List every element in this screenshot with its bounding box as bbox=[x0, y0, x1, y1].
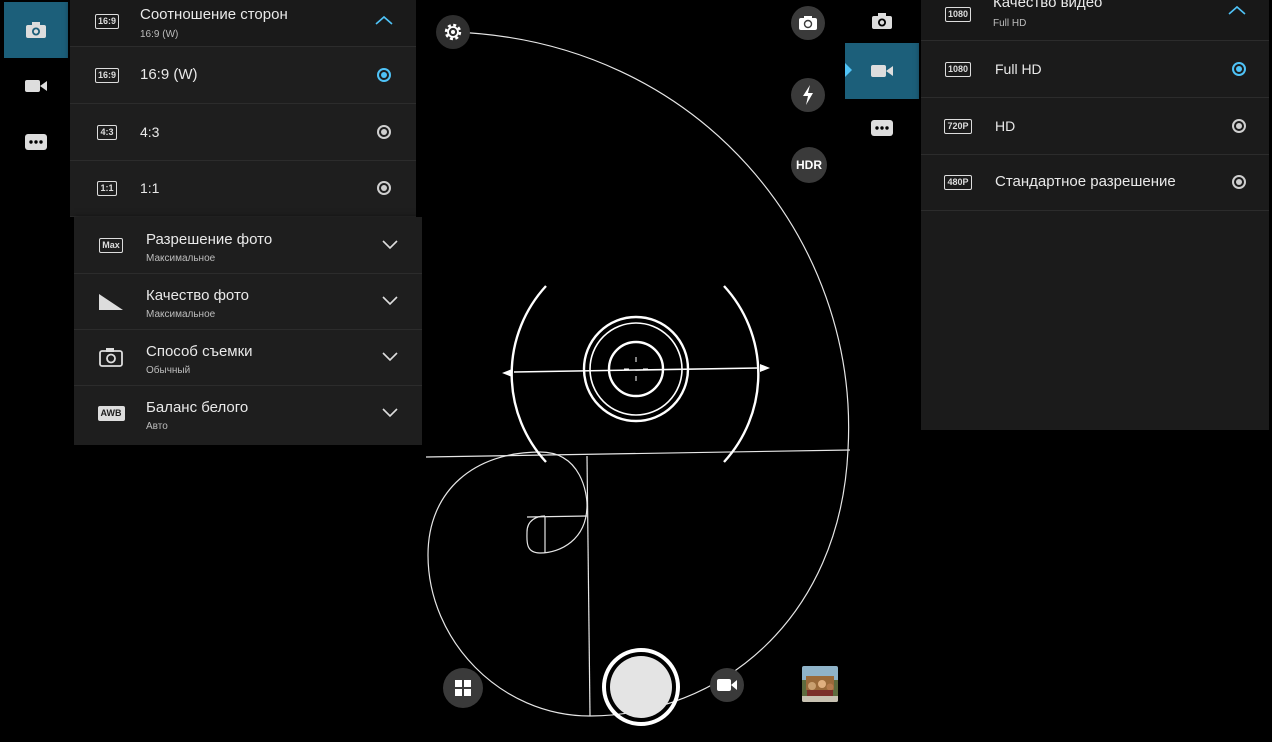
option-row-1-1[interactable]: 1:1 1:1 bbox=[70, 160, 416, 217]
golden-spiral-grid bbox=[425, 31, 851, 717]
hdr-button[interactable]: HDR bbox=[791, 147, 827, 183]
flash-icon bbox=[803, 85, 813, 105]
video-camera-icon bbox=[717, 679, 737, 691]
option-label: 4:3 bbox=[140, 124, 160, 140]
settings-button[interactable] bbox=[436, 15, 470, 49]
video-option-sd[interactable]: 480P Стандартное разрешение bbox=[921, 154, 1269, 211]
ratio-4-3-icon: 4:3 bbox=[92, 121, 122, 143]
aspect-ratio-panel: 16:9 Соотношение сторон 16:9 (W) 16:9 16… bbox=[70, 0, 416, 217]
radio-unselected[interactable] bbox=[374, 178, 394, 198]
white-balance-row[interactable]: AWB Баланс белого Авто bbox=[74, 385, 422, 441]
setting-subtitle: Максимальное bbox=[146, 309, 216, 320]
chevron-down-icon bbox=[380, 291, 400, 311]
setting-title: Способ съемки bbox=[146, 343, 253, 360]
video-quality-panel: 1080 Качество видео Full HD 1080 Full HD… bbox=[921, 0, 1269, 430]
option-label: Стандартное разрешение bbox=[995, 173, 1176, 190]
photo-settings-panel: Max Разрешение фото Максимальное Качеств… bbox=[74, 217, 422, 445]
video-camera-icon bbox=[25, 80, 47, 92]
aspect-ratio-title: Соотношение сторон bbox=[140, 6, 288, 23]
radio-selected[interactable] bbox=[1229, 59, 1249, 79]
setting-subtitle: Авто bbox=[146, 421, 168, 432]
video-quality-title: Качество видео bbox=[993, 0, 1103, 11]
shooting-mode-row[interactable]: Способ съемки Обычный bbox=[74, 329, 422, 386]
option-label: 16:9 (W) bbox=[140, 66, 198, 83]
setting-title: Разрешение фото bbox=[146, 231, 273, 248]
shooting-mode-icon bbox=[96, 346, 126, 368]
video-quality-icon: 1080 bbox=[943, 3, 973, 25]
photo-quality-icon bbox=[96, 290, 126, 312]
chevron-up-icon bbox=[1227, 0, 1247, 20]
setting-title: Баланс белого bbox=[146, 399, 249, 416]
ratio-1-1-icon: 1:1 bbox=[92, 177, 122, 199]
aspect-ratio-subtitle: 16:9 (W) bbox=[140, 29, 179, 40]
aspect-ratio-header[interactable]: 16:9 Соотношение сторон 16:9 (W) bbox=[70, 0, 416, 47]
grid-icon bbox=[455, 680, 471, 696]
video-camera-icon bbox=[871, 65, 893, 77]
more-icon bbox=[871, 120, 893, 136]
active-mode-indicator bbox=[845, 63, 852, 77]
camera-icon bbox=[872, 13, 892, 29]
option-label: Full HD bbox=[995, 61, 1042, 77]
filters-grid-button[interactable] bbox=[443, 668, 483, 708]
res-480p-icon: 480P bbox=[943, 171, 973, 193]
chevron-up-icon bbox=[374, 10, 394, 30]
setting-subtitle: Обычный bbox=[146, 365, 191, 376]
more-icon bbox=[25, 134, 47, 150]
record-video-button[interactable] bbox=[710, 668, 744, 702]
gear-icon bbox=[444, 23, 462, 41]
radio-selected[interactable] bbox=[374, 65, 394, 85]
photo-mode-button-right[interactable] bbox=[845, 0, 919, 42]
camera-icon bbox=[26, 22, 46, 38]
aspect-ratio-icon: 16:9 bbox=[92, 10, 122, 32]
option-label: 1:1 bbox=[140, 180, 160, 196]
photo-mode-button[interactable] bbox=[4, 2, 68, 58]
video-mode-button[interactable] bbox=[4, 58, 68, 114]
switch-camera-icon bbox=[799, 16, 817, 30]
max-resolution-icon: Max bbox=[96, 234, 126, 256]
setting-title: Качество фото bbox=[146, 287, 249, 304]
setting-subtitle: Максимальное bbox=[146, 253, 216, 264]
flash-button[interactable] bbox=[791, 78, 825, 112]
switch-camera-button[interactable] bbox=[791, 6, 825, 40]
exposure-scale bbox=[502, 357, 770, 381]
video-quality-subtitle: Full HD bbox=[993, 18, 1027, 29]
option-row-16-9[interactable]: 16:9 16:9 (W) bbox=[70, 47, 416, 104]
more-modes-button-right[interactable] bbox=[845, 100, 919, 156]
res-1080-icon: 1080 bbox=[943, 58, 973, 80]
video-option-full-hd[interactable]: 1080 Full HD bbox=[921, 41, 1269, 98]
photo-resolution-row[interactable]: Max Разрешение фото Максимальное bbox=[74, 217, 422, 274]
hdr-label: HDR bbox=[796, 158, 822, 172]
radio-unselected[interactable] bbox=[374, 122, 394, 142]
white-balance-icon: AWB bbox=[96, 402, 126, 424]
radio-unselected[interactable] bbox=[1229, 172, 1249, 192]
ratio-16-9-icon: 16:9 bbox=[92, 64, 122, 86]
photo-thumbnail-image bbox=[802, 666, 838, 702]
radio-unselected[interactable] bbox=[1229, 116, 1249, 136]
video-quality-header[interactable]: 1080 Качество видео Full HD bbox=[921, 0, 1269, 41]
gallery-thumbnail[interactable] bbox=[802, 666, 838, 702]
shutter-button[interactable] bbox=[602, 648, 680, 726]
mode-rail bbox=[4, 0, 68, 170]
chevron-down-icon bbox=[380, 403, 400, 423]
video-mode-button-right[interactable] bbox=[845, 43, 919, 99]
shutter-inner bbox=[610, 656, 672, 718]
focus-reticle bbox=[510, 285, 760, 463]
option-label: HD bbox=[995, 118, 1016, 134]
photo-quality-row[interactable]: Качество фото Максимальное bbox=[74, 273, 422, 330]
option-row-4-3[interactable]: 4:3 4:3 bbox=[70, 104, 416, 161]
res-720p-icon: 720P bbox=[943, 115, 973, 137]
video-option-hd[interactable]: 720P HD bbox=[921, 98, 1269, 155]
chevron-down-icon bbox=[380, 235, 400, 255]
more-modes-button[interactable] bbox=[4, 114, 68, 170]
chevron-down-icon bbox=[380, 347, 400, 367]
